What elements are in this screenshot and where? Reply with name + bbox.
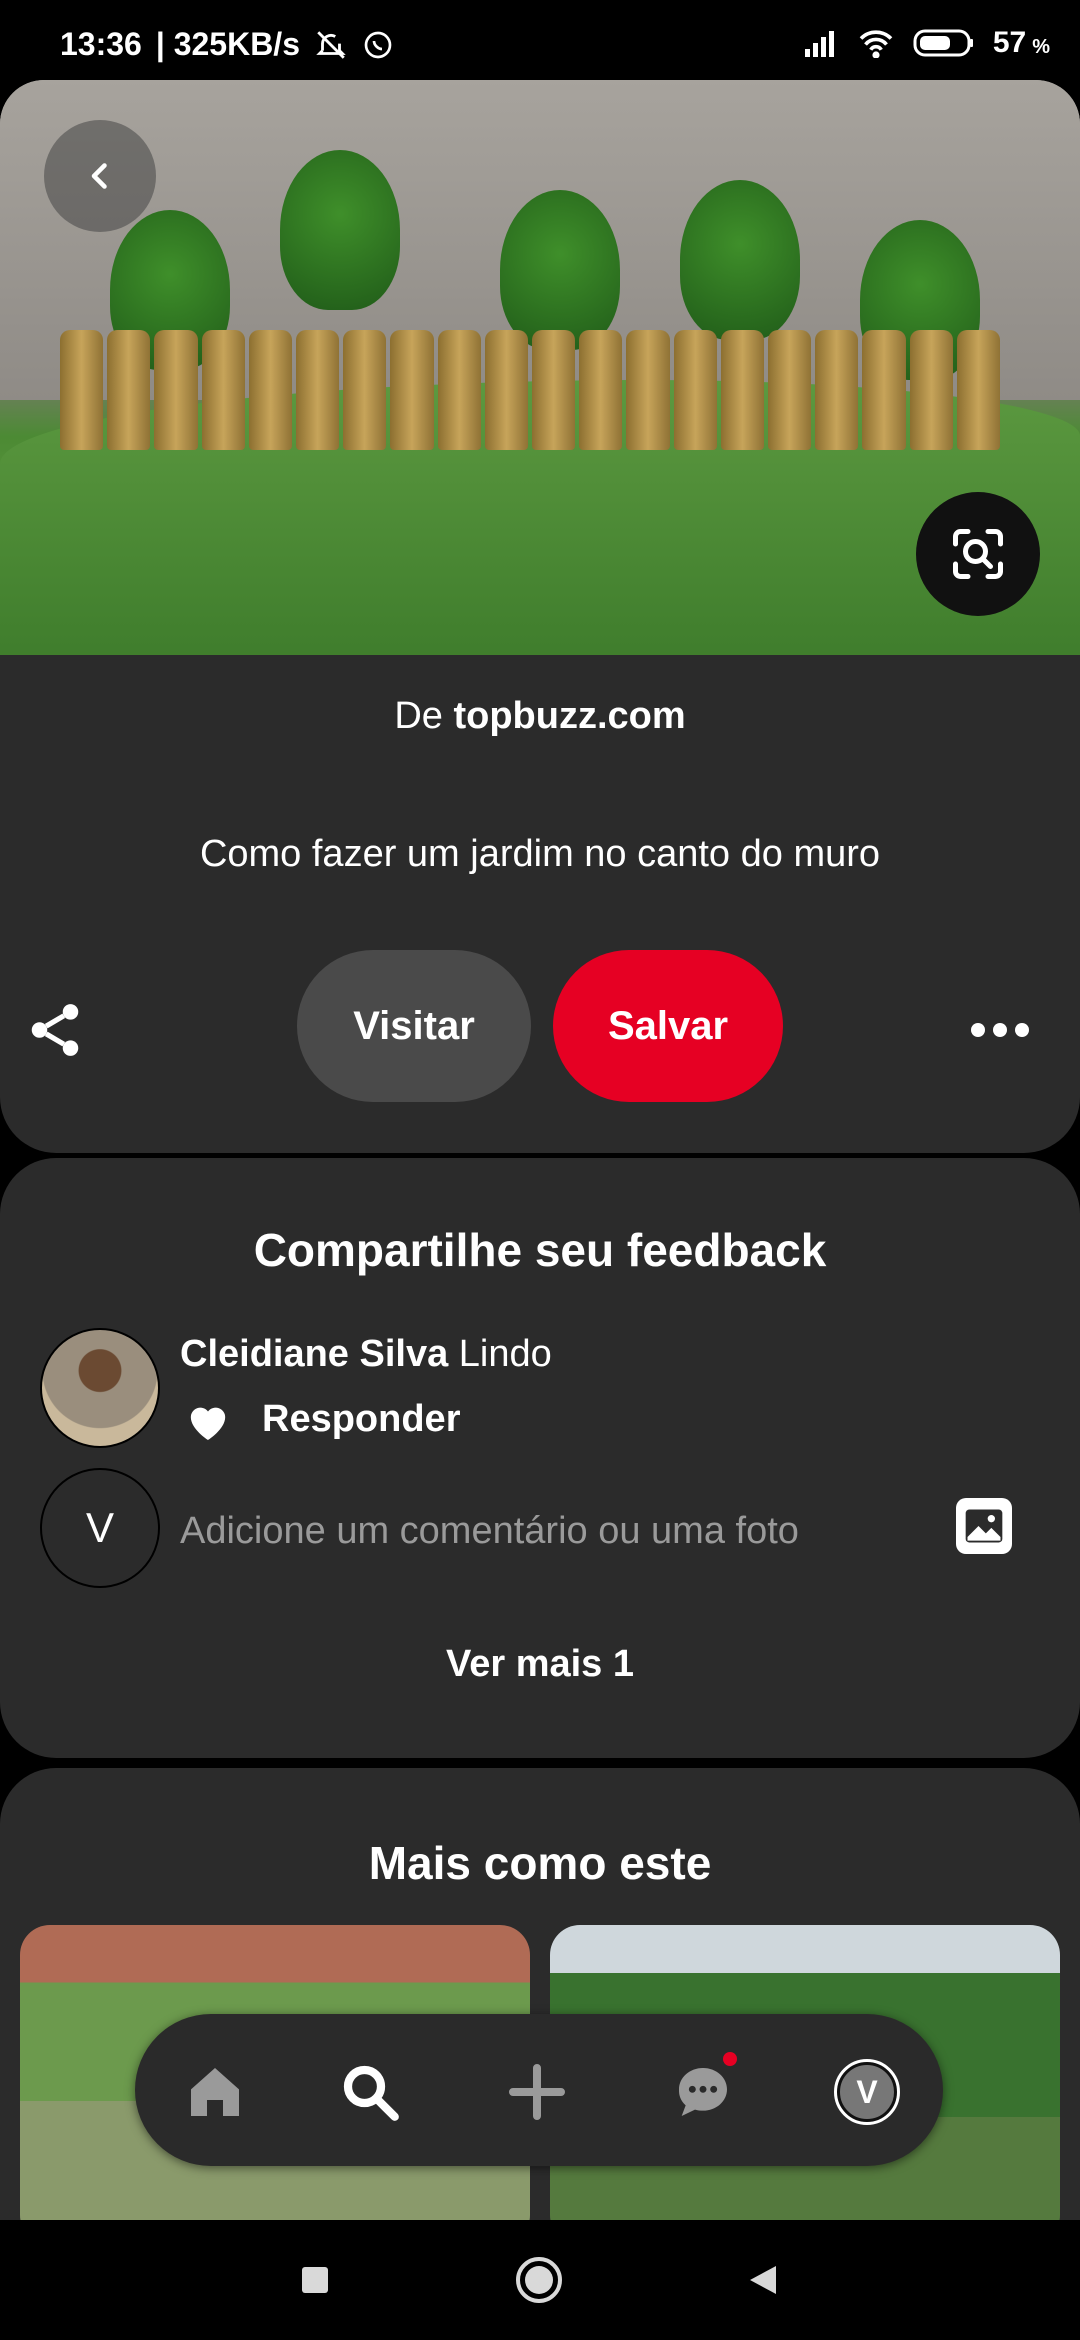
pin-image[interactable] [0,80,1080,655]
messages-icon [678,2068,727,2116]
recents-button[interactable] [285,2250,345,2310]
battery-percent-unit: % [1032,35,1050,58]
user-avatar: V [40,1468,160,1588]
nav-create[interactable] [497,2052,577,2132]
status-bar: 13:36 | 325KB/s 57 % [0,0,1080,90]
nav-home[interactable] [175,2052,255,2132]
add-photo-button[interactable] [956,1498,1012,1554]
status-right: 57 % [803,26,1050,60]
pin-source-domain[interactable]: topbuzz.com [453,695,685,737]
heart-icon [190,1407,226,1441]
pin-info-card: De topbuzz.com Como fazer um jardim no c… [0,655,1080,1153]
bottom-navigation: V [135,2014,943,2166]
pin-image-bush [500,190,620,350]
system-navigation-bar [0,2220,1080,2340]
pin-image-bush [680,180,800,340]
back-button[interactable] [44,120,156,232]
muted-bell-icon [316,30,346,59]
feedback-title: Compartilhe seu feedback [253,1224,827,1276]
notification-dot [723,2052,737,2066]
comment-body: Lindo [458,1333,552,1375]
nav-profile[interactable]: V [827,2052,907,2132]
nav-messages[interactable] [663,2052,743,2132]
pin-source-prefix: De [394,695,443,737]
visual-search-icon [953,529,1003,579]
back-triangle-icon [750,2266,776,2294]
chevron-left-icon [91,163,107,189]
share-button[interactable] [20,995,90,1065]
home-circle-icon [516,2257,562,2303]
search-icon [343,2065,399,2121]
system-home-button[interactable] [509,2250,569,2310]
status-left: 13:36 | 325KB/s [60,26,394,63]
comment-text: Cleidiane Silva Lindo [180,1333,552,1376]
wifi-icon [859,30,893,58]
more-horizontal-icon [971,1023,1029,1037]
battery-percent: 57 [992,26,1027,59]
home-icon [191,2068,239,2116]
more-like-this-title: Mais como este [368,1837,712,1889]
status-network-speed: | 325KB/s [155,26,300,62]
pin-image-bush [280,150,400,310]
pin-title: Como fazer um jardim no canto do muro [199,833,881,875]
reply-button[interactable]: Responder [262,1398,460,1441]
image-icon [965,1509,1003,1543]
feedback-card: Compartilhe seu feedback Cleidiane Silva… [0,1158,1080,1758]
save-button[interactable]: Salvar [553,950,783,1102]
nav-search[interactable] [330,2052,410,2132]
whatsapp-icon [364,31,392,58]
visual-search-button[interactable] [916,492,1040,616]
signal-icon [804,31,834,57]
see-more-comments-button[interactable]: Ver mais 1 [0,1643,1080,1686]
more-options-button[interactable] [960,1000,1040,1060]
plus-icon [509,2064,565,2120]
comment-input[interactable] [180,1503,880,1559]
battery-icon [913,29,973,57]
pin-image-log-border [60,330,1001,450]
status-time: 13:36 [60,26,142,62]
profile-avatar: V [834,2059,900,2125]
recents-icon [302,2267,328,2293]
comment-author[interactable]: Cleidiane Silva [180,1333,448,1375]
like-comment-button[interactable] [185,1400,235,1450]
commenter-avatar[interactable] [40,1328,160,1448]
visit-button[interactable]: Visitar [297,950,531,1102]
pin-source[interactable]: De topbuzz.com [0,695,1080,738]
system-back-button[interactable] [732,2250,792,2310]
share-icon [31,1004,79,1056]
